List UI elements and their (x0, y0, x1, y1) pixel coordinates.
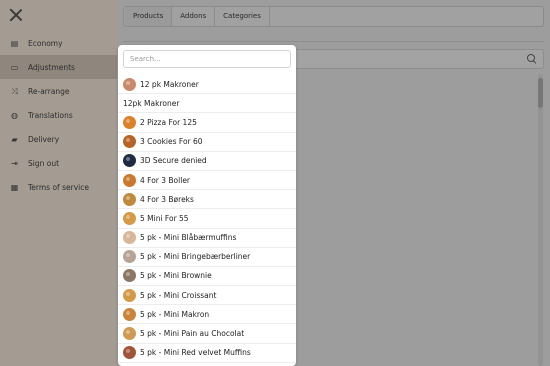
sidebar-nav: ▤ Economy ▭ Adjustments ⤨ Re-arrange ◍ Translat… (0, 31, 117, 199)
dropdown-option[interactable]: 5 pk - Mini Red velvet Muffins (118, 344, 296, 363)
sidebar-item-delivery[interactable]: ▰ Delivery (0, 127, 117, 151)
dropdown-option-label: 5 Mini For 55 (140, 213, 189, 223)
dropdown-list: 12 pk Makroner 12pk Makroner 2 Pizza For 1… (118, 75, 296, 363)
dropdown-option-label: 2 Pizza For 125 (140, 117, 197, 127)
sidebar: ▤ Economy ▭ Adjustments ⤨ Re-arrange ◍ Translat… (0, 0, 117, 366)
dropdown-option-label: 12 pk Makroner (140, 79, 199, 89)
sign-out-icon: ⇥ (11, 158, 18, 168)
product-thumbnail (123, 115, 136, 129)
tab-addons[interactable]: Addons (172, 7, 216, 26)
divider (123, 41, 544, 42)
sidebar-item-label: Adjustments (28, 62, 75, 72)
dropdown-option[interactable]: 5 pk - Mini Brownie (118, 267, 296, 287)
truck-icon: ▰ (11, 134, 18, 144)
dropdown-option[interactable]: 5 pk - Mini Bringebærberliner (118, 248, 296, 267)
dropdown-search-input[interactable] (123, 50, 291, 68)
dropdown-option-label: 5 pk - Mini Blåbærmuffins (140, 233, 237, 243)
dropdown-option[interactable]: 3 Cookies For 60 (118, 133, 296, 152)
sidebar-item-sign-out[interactable]: ⇥ Sign out (0, 151, 117, 175)
sidebar-item-label: Translations (28, 110, 73, 120)
sidebar-item-label: Re-arrange (28, 86, 70, 96)
dropdown-option[interactable]: 4 For 3 Boller (118, 171, 296, 191)
dropdown-option-label: 5 pk - Mini Bringebærberliner (140, 252, 251, 262)
shuffle-icon: ⤨ (11, 86, 18, 96)
dropdown-option-label: 5 pk - Mini Croissant (140, 290, 217, 300)
product-thumbnail (123, 154, 136, 168)
dropdown-option[interactable]: 5 pk - Mini Makron (118, 305, 296, 325)
dropdown-option-label: 4 For 3 Boller (140, 175, 191, 185)
scrollbar[interactable] (538, 74, 543, 366)
sidebar-item-label: Economy (28, 38, 63, 48)
product-thumbnail (123, 135, 136, 149)
close-icon[interactable] (8, 7, 24, 23)
product-thumbnail (123, 173, 136, 187)
receipt-icon: ▤ (10, 38, 19, 48)
product-thumbnail (123, 250, 136, 264)
dropdown-option-label: 4 For 3 Børeks (140, 194, 194, 204)
dropdown-option[interactable]: 12 pk Makroner (118, 75, 296, 95)
search-icon[interactable] (527, 54, 537, 64)
dropdown-option-label: 12pk Makroner (123, 98, 180, 108)
sidebar-item-label: Terms of service (28, 182, 89, 192)
sidebar-item-economy[interactable]: ▤ Economy (0, 31, 117, 55)
id-card-icon: ▭ (10, 62, 19, 72)
dropdown-option[interactable]: 12pk Makroner (118, 94, 296, 114)
sidebar-item-adjustments[interactable]: ▭ Adjustments (0, 55, 117, 79)
dropdown-option[interactable]: 3D Secure denied (118, 152, 296, 171)
product-thumbnail (123, 307, 136, 321)
dropdown-option-label: 5 pk - Mini Brownie (140, 271, 212, 281)
product-thumbnail (123, 192, 136, 206)
product-thumbnail (123, 77, 136, 91)
sidebar-item-translations[interactable]: ◍ Translations (0, 103, 117, 127)
dropdown-option-label: 5 pk - Mini Red velvet Muffins (140, 348, 251, 358)
scrollbar-thumb[interactable] (538, 78, 543, 108)
tab-categories[interactable]: Categories (215, 7, 270, 26)
tab-products[interactable]: Products (125, 7, 173, 26)
dropdown-option[interactable]: 5 pk - Mini Croissant (118, 286, 296, 306)
tab-bar: Products Addons Categories (123, 6, 544, 27)
dropdown-option-label: 3D Secure denied (140, 156, 207, 166)
sidebar-item-terms-of-service[interactable]: ▦ Terms of service (0, 175, 117, 199)
product-dropdown: 12 pk Makroner 12pk Makroner 2 Pizza For 1… (118, 45, 296, 366)
dropdown-option[interactable]: 4 For 3 Børeks (118, 190, 296, 210)
globe-icon: ◍ (11, 110, 18, 120)
dropdown-option-label: 3 Cookies For 60 (140, 137, 203, 147)
product-thumbnail (123, 327, 136, 341)
product-thumbnail (123, 288, 136, 302)
sidebar-item-re-arrange[interactable]: ⤨ Re-arrange (0, 79, 117, 103)
product-thumbnail (123, 231, 136, 245)
dropdown-option-label: 5 pk - Mini Makron (140, 309, 210, 319)
document-icon: ▦ (10, 182, 19, 192)
sidebar-item-label: Delivery (28, 134, 60, 144)
product-thumbnail (123, 269, 136, 283)
dropdown-option[interactable]: 5 Mini For 55 (118, 209, 296, 229)
product-thumbnail (123, 346, 136, 360)
product-thumbnail (123, 211, 136, 225)
dropdown-option[interactable]: 5 pk - Mini Blåbærmuffins (118, 229, 296, 248)
dropdown-option-label: 5 pk - Mini Pain au Chocolat (140, 329, 245, 339)
dropdown-option[interactable]: 5 pk - Mini Pain au Chocolat (118, 324, 296, 344)
dropdown-option[interactable]: 2 Pizza For 125 (118, 113, 296, 133)
sidebar-item-label: Sign out (28, 158, 60, 168)
